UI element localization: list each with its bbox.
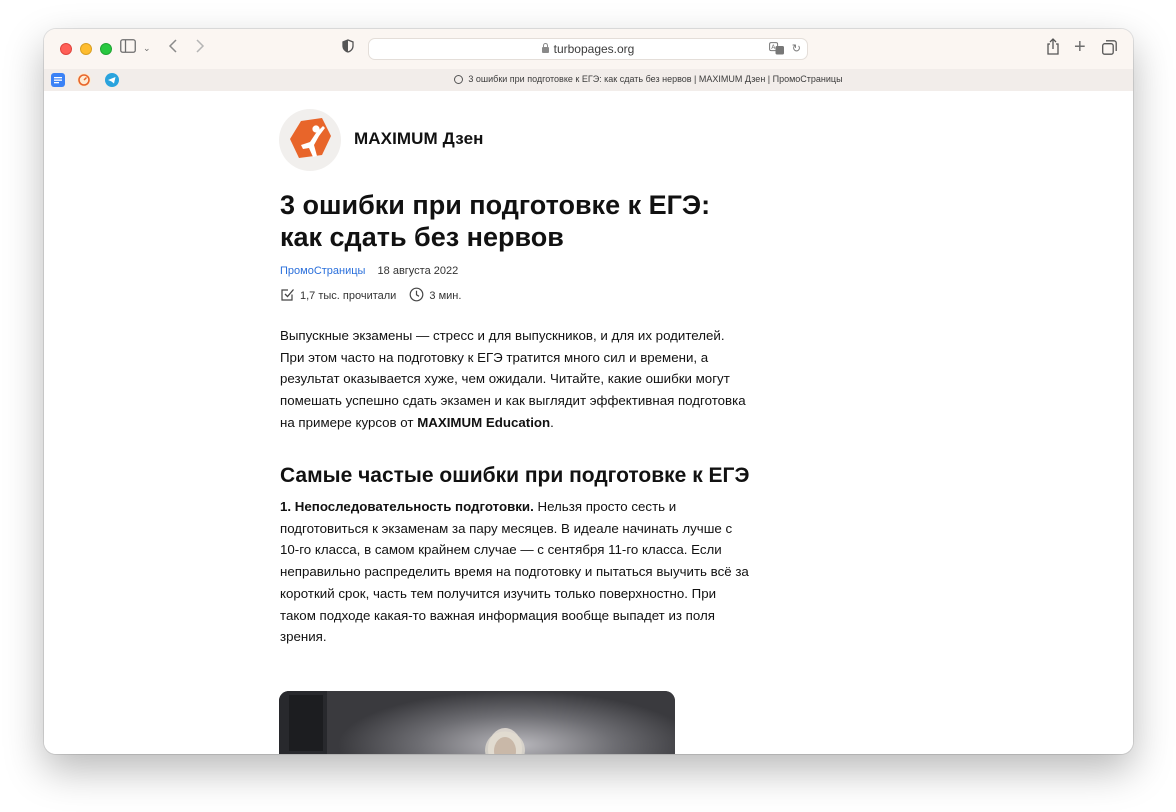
svg-text:A: A	[771, 44, 776, 51]
page-favicon-icon	[454, 75, 464, 84]
browser-toolbar: ⌄ turbopages.org A ↻ +	[44, 29, 1133, 70]
chevron-down-icon[interactable]: ⌄	[143, 38, 151, 58]
address-bar[interactable]: turbopages.org A ↻	[368, 38, 808, 60]
privacy-shield-icon[interactable]	[342, 39, 354, 59]
article-meta: ПромоСтраницы 18 августа 2022	[280, 265, 458, 277]
tab-overview-icon[interactable]	[1102, 40, 1117, 61]
browser-window: ⌄ turbopages.org A ↻ + 3 ошибки при подг…	[44, 29, 1133, 754]
views-count: 1,7 тыс. прочитали	[300, 290, 397, 302]
point-1-text: Нельзя просто сесть и подготовиться к эк…	[280, 499, 749, 645]
intro-brand-bold: MAXIMUM Education	[417, 414, 551, 430]
tab-bar: 3 ошибки при подготовке к ЕГЭ: как сдать…	[44, 69, 1133, 92]
translate-icon[interactable]: A	[769, 42, 785, 60]
point-1-paragraph: 1. Непоследовательность подготовки. Нель…	[280, 496, 750, 648]
article-title: 3 ошибки при подготовке к ЕГЭ: как сдать…	[280, 190, 711, 252]
back-icon[interactable]	[168, 39, 178, 59]
sidebar-toggle-icon[interactable]	[120, 39, 136, 59]
article-stats: 1,7 тыс. прочитали 3 мин.	[280, 287, 471, 305]
section-heading: Самые частые ошибки при подготовке к ЕГЭ	[280, 464, 750, 487]
read-check-icon	[280, 287, 295, 305]
article-intro: Выпускные экзамены — стресс и для выпуск…	[280, 325, 750, 434]
zoom-window-button[interactable]	[100, 43, 112, 55]
tab-title-text: 3 ошибки при подготовке к ЕГЭ: как сдать…	[468, 74, 843, 84]
intro-end: .	[550, 414, 554, 430]
publish-date: 18 августа 2022	[377, 265, 459, 277]
source-link[interactable]: ПромоСтраницы	[280, 265, 365, 277]
active-tab[interactable]: 3 ошибки при подготовке к ЕГЭ: как сдать…	[44, 74, 1133, 84]
reload-icon[interactable]: ↻	[792, 42, 801, 55]
page-content: MAXIMUM Дзен 3 ошибки при подготовке к Е…	[44, 91, 1133, 754]
point-1-bold: 1. Непоследовательность подготовки.	[280, 499, 534, 514]
lock-icon	[541, 43, 549, 53]
article-photo	[279, 691, 675, 754]
read-time: 3 мин.	[429, 290, 462, 302]
minimize-window-button[interactable]	[80, 43, 92, 55]
brand-name[interactable]: MAXIMUM Дзен	[354, 129, 484, 149]
share-icon[interactable]	[1046, 38, 1060, 61]
url-text: turbopages.org	[553, 42, 635, 56]
forward-icon[interactable]	[195, 39, 205, 59]
clock-icon	[409, 287, 424, 305]
new-tab-icon[interactable]: +	[1074, 37, 1086, 57]
close-window-button[interactable]	[60, 43, 72, 55]
brand-logo-icon[interactable]	[279, 109, 341, 171]
